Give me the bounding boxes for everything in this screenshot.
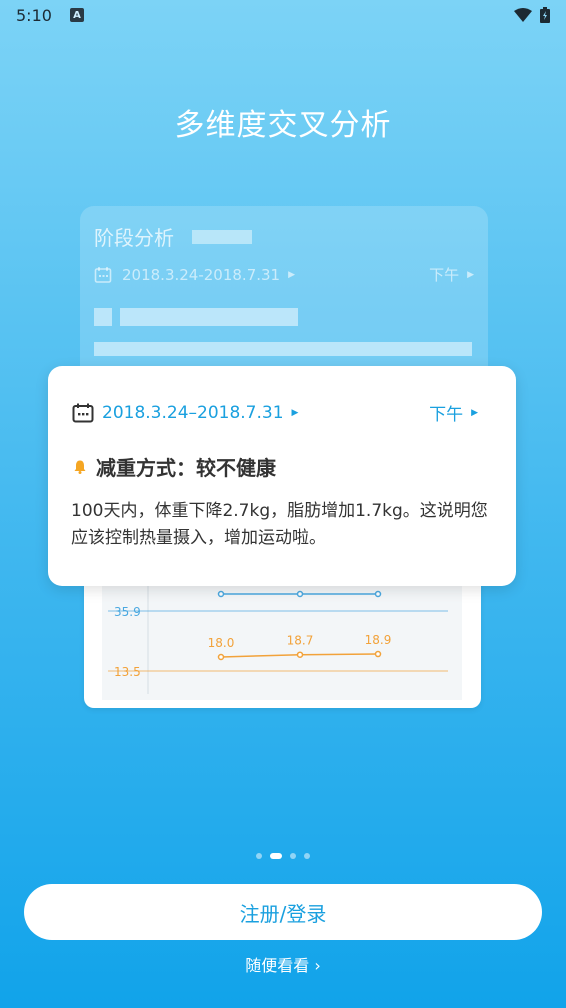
- back-date-range: 2018.3.24-2018.7.31: [122, 265, 281, 284]
- warning-row: 减重方式：较不健康: [74, 452, 276, 481]
- series-point-blue: [374, 590, 382, 598]
- page-dot: [290, 853, 296, 859]
- date-row: 2018.3.24–2018.7.31 ▶ 下午 ▶: [72, 400, 478, 425]
- status-bar: 5:10 A: [0, 0, 566, 30]
- page-indicator: [0, 853, 566, 859]
- calendar-icon: [94, 266, 112, 283]
- data-label: 18.9: [365, 633, 392, 647]
- page-dot: [256, 853, 262, 859]
- series-point-orange: [296, 651, 304, 658]
- hero-title: 多维度交叉分析: [174, 108, 392, 143]
- date-range-selector[interactable]: 2018.3.24–2018.7.31: [102, 403, 284, 423]
- placeholder-bar: [192, 230, 252, 244]
- page-dot-active: [270, 853, 282, 859]
- period-selector[interactable]: 下午: [429, 400, 463, 425]
- series-point-orange: [217, 653, 225, 661]
- placeholder-block: [120, 308, 298, 326]
- data-label: 18.7: [287, 634, 314, 648]
- battery-icon: [540, 7, 550, 23]
- back-card-title: 阶段分析: [94, 226, 174, 250]
- analysis-description: 100天内，体重下降2.7kg，脂肪增加1.7kg。这说明您应该控制热量摄入，增…: [71, 501, 488, 548]
- series-point-blue: [296, 590, 304, 598]
- notification-icon: A: [69, 8, 84, 22]
- calendar-icon: [72, 403, 94, 422]
- caret-right-icon: ▶: [288, 269, 296, 280]
- y-tick-label: 35.9: [114, 605, 141, 619]
- data-label: 18.0: [208, 636, 235, 650]
- wifi-icon: [514, 8, 532, 22]
- status-icons: [514, 7, 550, 23]
- caret-right-icon[interactable]: ▶: [471, 408, 478, 418]
- register-login-button[interactable]: 注册/登录: [24, 884, 542, 940]
- back-date-row: 2018.3.24-2018.7.31 ▶ 下午 ▶: [94, 264, 474, 285]
- y-tick-label: 13.5: [114, 665, 141, 679]
- series-point-blue: [217, 590, 225, 598]
- back-period: 下午: [429, 266, 460, 284]
- caret-right-icon: ▶: [467, 269, 474, 280]
- browse-link[interactable]: 随便看看 ›: [0, 952, 566, 976]
- placeholder-block: [94, 342, 472, 356]
- analysis-card: 2018.3.24–2018.7.31 ▶ 下午 ▶ 减重方式：较不健康 100…: [48, 366, 516, 586]
- bell-icon: [74, 460, 86, 474]
- caret-right-icon[interactable]: ▶: [292, 408, 299, 418]
- page-dot: [304, 853, 310, 859]
- placeholder-block: [94, 308, 112, 326]
- status-time: 5:10: [16, 5, 52, 25]
- series-point-orange: [374, 650, 382, 658]
- warning-title: 减重方式：较不健康: [96, 456, 276, 480]
